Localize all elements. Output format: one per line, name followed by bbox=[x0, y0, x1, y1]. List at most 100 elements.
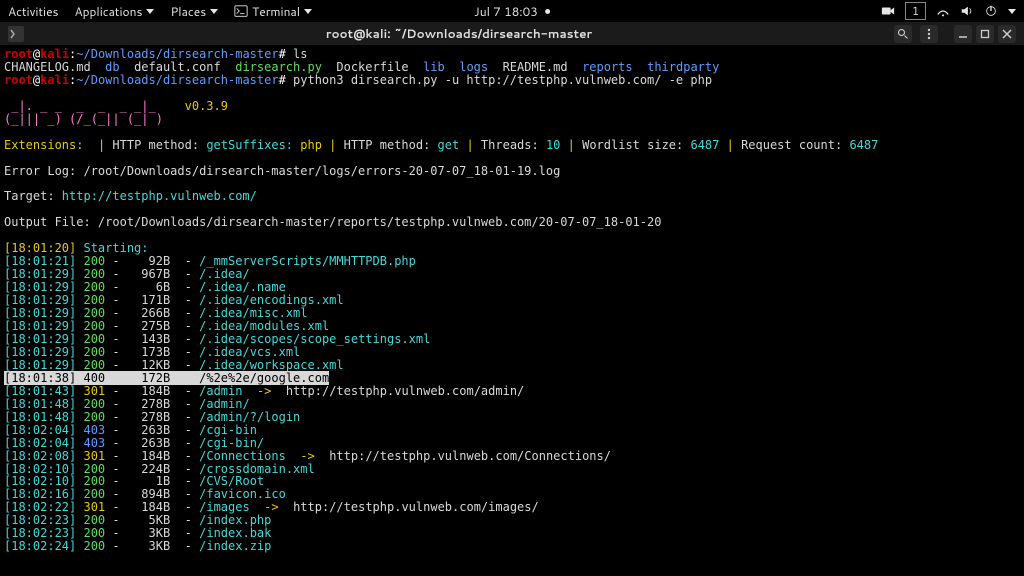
dash: - bbox=[105, 280, 127, 294]
terminal-icon bbox=[234, 4, 248, 18]
shell-prompt: root@kali:~/Downloads/dirsearch-master# bbox=[4, 47, 293, 61]
camera-icon[interactable] bbox=[881, 4, 895, 18]
result-timestamp: [18:01:29] bbox=[4, 319, 83, 333]
result-size: 143B bbox=[127, 332, 170, 346]
dash: - bbox=[105, 474, 127, 488]
result-path: /favicon.ico bbox=[199, 487, 286, 501]
dash: - bbox=[105, 319, 127, 333]
result-status: 400 bbox=[83, 371, 105, 385]
result-size: 3KB bbox=[127, 539, 170, 553]
result-status: 200 bbox=[83, 293, 105, 307]
ls-entry: thirdparty bbox=[647, 60, 719, 74]
system-tray: 1 bbox=[881, 2, 1016, 20]
power-icon[interactable] bbox=[984, 4, 998, 18]
start-timestamp: [18:01:20] bbox=[4, 241, 83, 255]
dash: - bbox=[105, 436, 127, 450]
app-icon[interactable] bbox=[8, 26, 24, 42]
result-size: 184B bbox=[127, 449, 170, 463]
shell-prompt: root@kali:~/Downloads/dirsearch-master# bbox=[4, 73, 293, 87]
chevron-down-icon bbox=[304, 9, 312, 14]
terminal-app-icon bbox=[8, 26, 24, 42]
result-size: 3KB bbox=[127, 526, 170, 540]
prompt-host: kali bbox=[40, 73, 69, 87]
network-icon[interactable] bbox=[936, 4, 950, 18]
maximize-button[interactable] bbox=[976, 25, 994, 43]
volume-icon[interactable] bbox=[960, 4, 974, 18]
result-size: 263B bbox=[127, 423, 170, 437]
terminal-viewport[interactable]: root@kali:~/Downloads/dirsearch-master# … bbox=[0, 46, 1024, 555]
kebab-icon bbox=[923, 28, 935, 40]
dash: - bbox=[105, 397, 127, 411]
dash: - bbox=[170, 526, 199, 540]
dash: - bbox=[170, 410, 199, 424]
result-path: /CVS/Root bbox=[199, 474, 264, 488]
dash: - bbox=[105, 526, 127, 540]
dash: - bbox=[170, 423, 199, 437]
result-size: 224B bbox=[127, 462, 170, 476]
dash: - bbox=[105, 462, 127, 476]
clock[interactable]: Jul 7 18:03 bbox=[474, 3, 550, 20]
result-status: 200 bbox=[83, 267, 105, 281]
prompt-user: root bbox=[4, 73, 33, 87]
workspace-indicator[interactable]: 1 bbox=[905, 2, 926, 20]
search-button[interactable] bbox=[894, 25, 912, 43]
result-timestamp: [18:02:24] bbox=[4, 539, 83, 553]
result-timestamp: [18:01:48] bbox=[4, 410, 83, 424]
search-icon bbox=[897, 28, 909, 40]
result-timestamp: [18:02:16] bbox=[4, 487, 83, 501]
dash: - bbox=[105, 306, 127, 320]
dash: - bbox=[105, 254, 127, 268]
result-status: 200 bbox=[83, 462, 105, 476]
minimize-button[interactable] bbox=[954, 25, 972, 43]
dash: - bbox=[170, 436, 199, 450]
result-timestamp: [18:01:21] bbox=[4, 254, 83, 268]
menu-button[interactable] bbox=[920, 25, 938, 43]
result-path: /admin/?/login bbox=[199, 410, 300, 424]
prompt-path: ~/Downloads/dirsearch-master bbox=[76, 47, 278, 61]
dash: - bbox=[170, 487, 199, 501]
result-path: /%2e%2e/google.com bbox=[199, 371, 329, 385]
error-log-line: Error Log: /root/Downloads/dirsearch-mas… bbox=[4, 164, 560, 178]
chevron-down-icon bbox=[146, 9, 154, 14]
result-status: 200 bbox=[83, 306, 105, 320]
result-path: /.idea/vcs.xml bbox=[199, 345, 300, 359]
result-timestamp: [18:02:23] bbox=[4, 526, 83, 540]
places-menu[interactable]: Places bbox=[170, 3, 218, 20]
terminal-app-menu[interactable]: Terminal bbox=[234, 3, 312, 20]
result-status: 200 bbox=[83, 410, 105, 424]
result-path: /.idea/workspace.xml bbox=[199, 358, 344, 372]
dash: - bbox=[170, 539, 199, 553]
result-status: 200 bbox=[83, 487, 105, 501]
result-path: /cgi-bin bbox=[199, 423, 257, 437]
ls-entry: CHANGELOG.md bbox=[4, 60, 91, 74]
result-size: 184B bbox=[127, 500, 170, 514]
result-timestamp: [18:01:29] bbox=[4, 345, 83, 359]
ls-entry: db bbox=[105, 60, 119, 74]
redirect-arrow-icon: -> bbox=[300, 449, 322, 463]
sp bbox=[250, 500, 264, 514]
redirect-arrow-icon: -> bbox=[257, 384, 279, 398]
minimize-icon bbox=[958, 29, 968, 39]
result-path: /admin/ bbox=[199, 397, 250, 411]
window-title: root@kali: ~/Downloads/dirsearch-master bbox=[24, 25, 894, 42]
activities-menu[interactable]: Activities bbox=[8, 3, 59, 20]
result-timestamp: [18:01:29] bbox=[4, 358, 83, 372]
prompt-user: root bbox=[4, 47, 33, 61]
dash: - bbox=[105, 345, 127, 359]
banner-version: v0.3.9 bbox=[185, 99, 228, 113]
banner-line: _|. _ _ _ _ _ _|_ bbox=[4, 99, 156, 113]
dash: - bbox=[170, 358, 199, 372]
dash: - bbox=[105, 449, 127, 463]
topbar-menus: Activities Applications Places Terminal bbox=[8, 3, 312, 20]
close-button[interactable] bbox=[998, 25, 1016, 43]
terminal-line: (_||| _) (/_(_|| (_| ) bbox=[4, 113, 1020, 126]
result-timestamp: [18:01:29] bbox=[4, 306, 83, 320]
result-path: /.idea/modules.xml bbox=[199, 319, 329, 333]
dash: - bbox=[105, 410, 127, 424]
result-size: 5KB bbox=[127, 513, 170, 527]
result-status: 200 bbox=[83, 254, 105, 268]
redirect-url: http://testphp.vulnweb.com/Connections/ bbox=[329, 449, 611, 463]
result-status: 403 bbox=[83, 436, 105, 450]
applications-menu[interactable]: Applications bbox=[75, 3, 155, 20]
dash: - bbox=[170, 500, 199, 514]
